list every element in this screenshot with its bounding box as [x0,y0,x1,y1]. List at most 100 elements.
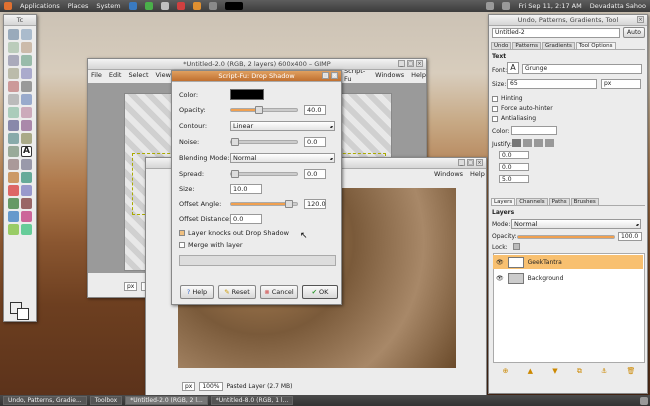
noise-slider[interactable] [230,138,298,146]
toolbox-titlebar[interactable]: Tc [4,15,36,26]
opacity-slider[interactable] [230,106,298,114]
dock-titlebar[interactable]: Undo, Patterns, Gradients, Tool × [489,15,647,26]
raise-layer-icon[interactable]: ▲ [528,367,533,375]
menu-select[interactable]: Select [128,71,148,79]
clock[interactable]: Fri Sep 11, 2:17 AM [518,2,581,10]
layer-opacity-slider[interactable] [517,235,615,239]
trash-icon[interactable] [640,396,648,405]
tab-patterns[interactable]: Patterns [512,42,542,49]
letter-spacing-field[interactable]: 5.0 [499,175,529,183]
force-autohinter-checkbox[interactable] [492,105,498,112]
dodge-burn-icon[interactable] [21,224,32,235]
knockout-row[interactable]: Layer knocks out Drop Shadow [179,229,289,237]
blend-icon[interactable] [21,159,32,170]
dialog-titlebar[interactable]: Script-Fu: Drop Shadow □ × [172,71,341,82]
firefox-icon[interactable] [128,2,137,10]
free-select-icon[interactable] [8,42,19,53]
terminal-icon[interactable] [160,2,169,10]
offset-angle-slider-knob[interactable] [285,200,293,208]
menu-help-2[interactable]: Help [470,170,485,178]
gimp-launcher-icon[interactable] [208,2,217,10]
bucket-fill-icon[interactable] [8,159,19,170]
tab-paths[interactable]: Paths [548,198,570,205]
image-select[interactable]: Untitled-2 [492,28,620,38]
taskbar-gimp-untitled8[interactable]: *Untitled-8.0 (RGB, 1 l... [210,396,294,405]
layer-opacity-field[interactable]: 100.0 [618,232,642,241]
move-icon[interactable] [21,94,32,105]
flip-icon[interactable] [8,146,19,157]
vlc-icon[interactable] [192,2,201,10]
user-name[interactable]: Devadatta Sahoo [590,2,646,10]
maximize-button[interactable]: □ [407,60,414,67]
tab-layers[interactable]: Layers [491,198,516,205]
dock-close-button[interactable]: × [637,16,644,23]
measure-icon[interactable] [8,94,19,105]
indent-field[interactable]: 0.0 [499,151,529,159]
text-tool-icon[interactable]: A [21,146,32,157]
perspective-icon[interactable] [21,133,32,144]
layer-mode-select[interactable]: Normal [511,219,641,229]
taskbar-dock[interactable]: Undo, Patterns, Gradie... [3,396,87,405]
tab-gradients[interactable]: Gradients [542,42,575,49]
align-icon[interactable] [8,107,19,118]
volume-icon[interactable] [502,2,511,10]
unit-select-2[interactable]: px [182,382,196,391]
opacity-slider-knob[interactable] [255,106,263,114]
justify-center-icon[interactable] [534,139,543,147]
zoom-icon[interactable] [21,81,32,92]
fuzzy-select-icon[interactable] [21,42,32,53]
knockout-checkbox[interactable] [179,230,185,236]
minimize-button-2[interactable]: _ [458,159,465,166]
foreground-select-icon[interactable] [8,68,19,79]
chrome-icon[interactable] [144,2,153,10]
new-layer-icon[interactable]: ⊕ [503,367,509,375]
ellipse-select-icon[interactable] [21,29,32,40]
network-icon[interactable] [486,2,495,10]
noise-slider-knob[interactable] [231,138,239,146]
delete-layer-icon[interactable]: 🗑 [626,367,635,375]
tab-undo[interactable]: Undo [491,42,512,49]
unit-select[interactable]: px [124,282,138,291]
filezilla-icon[interactable] [176,2,185,10]
merge-row[interactable]: Merge with layer [179,241,243,249]
menu-edit[interactable]: Edit [109,71,122,79]
justify-fill-icon[interactable] [545,139,554,147]
color-picker-icon[interactable] [8,81,19,92]
menu-system[interactable]: System [96,2,120,10]
hinting-row[interactable]: Hinting [492,95,523,102]
gimp-titlebar[interactable]: *Untitled-2.0 (RGB, 2 layers) 600x400 – … [88,59,426,70]
cancel-button[interactable]: ⊗ Cancel [260,285,298,299]
menu-help[interactable]: Help [411,71,426,79]
layer-row-geektantra[interactable]: 👁 GeekTantra [493,255,643,269]
scale-icon[interactable] [21,120,32,131]
tab-channels[interactable]: Channels [516,198,548,205]
dialog-close-button[interactable]: × [331,72,338,79]
close-button-2[interactable]: × [476,159,483,166]
tab-tool-options[interactable]: Tool Options [575,42,616,49]
duplicate-layer-icon[interactable]: ⧉ [577,367,582,376]
lower-layer-icon[interactable]: ▼ [552,367,557,375]
clone-icon[interactable] [21,198,32,209]
menu-file[interactable]: File [91,71,102,79]
antialiasing-checkbox[interactable] [492,115,498,122]
heal-icon[interactable] [8,211,19,222]
paintbrush-icon[interactable] [21,172,32,183]
spread-slider-knob[interactable] [231,170,239,178]
contour-select[interactable]: Linear [230,121,335,131]
ink-icon[interactable] [8,198,19,209]
ubuntu-logo-icon[interactable] [4,2,12,10]
justify-right-icon[interactable] [523,139,532,147]
perspective-clone-icon[interactable] [21,211,32,222]
menu-windows[interactable]: Windows [375,71,404,79]
line-spacing-field[interactable]: 0.0 [499,163,529,171]
spread-slider[interactable] [230,170,298,178]
pencil-icon[interactable] [8,172,19,183]
merge-checkbox[interactable] [179,242,185,248]
offset-angle-field[interactable]: 120.0 [304,199,326,209]
menu-windows-2[interactable]: Windows [434,170,463,178]
reset-button[interactable]: ✎ Reset [218,285,256,299]
layer-name[interactable]: Background [528,275,564,282]
ok-button[interactable]: ✔ OK [302,285,338,299]
offset-angle-slider[interactable] [230,200,298,208]
menu-view[interactable]: View [156,71,171,79]
